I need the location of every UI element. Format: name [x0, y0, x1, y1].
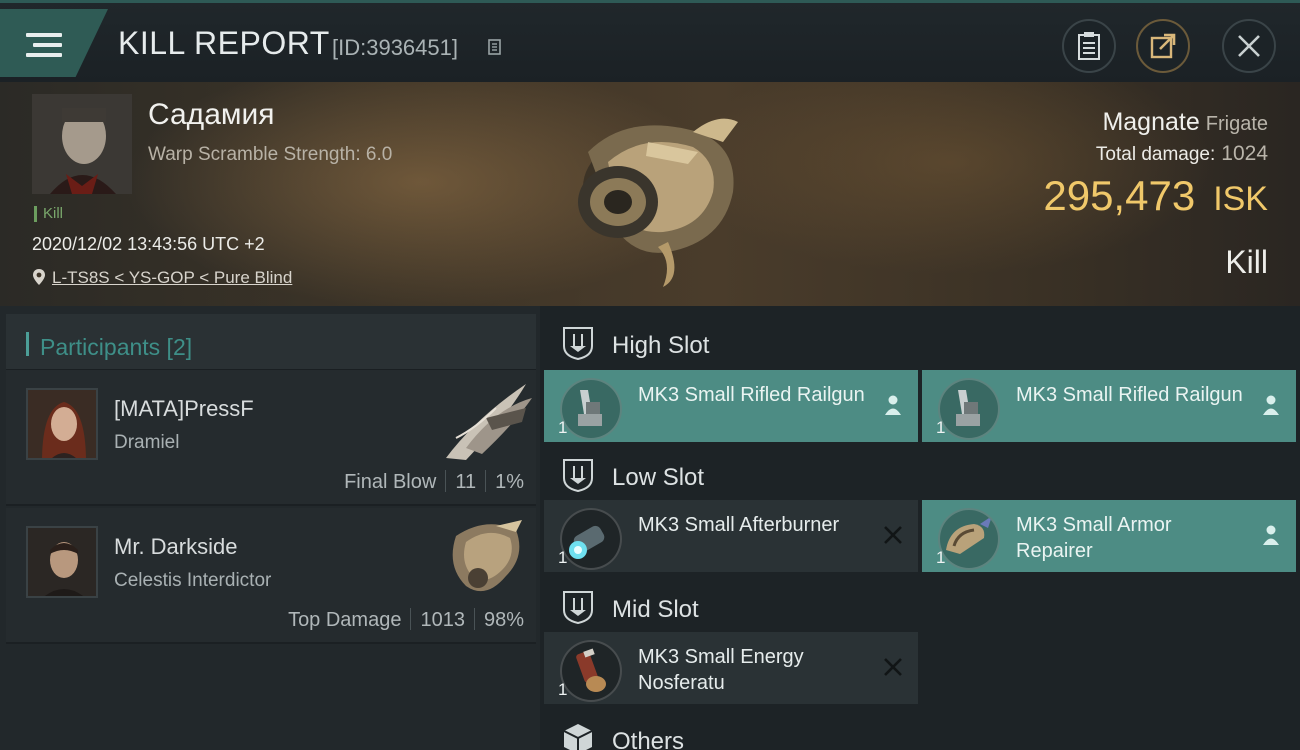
- participant-name: Mr. Darkside: [114, 534, 238, 559]
- destroyed-x-icon: [884, 658, 902, 676]
- page-title: KILL REPORT: [118, 25, 330, 61]
- clipboard-button[interactable]: [1062, 19, 1116, 73]
- clipboard-icon: [1078, 32, 1100, 60]
- kill-tag: Kill: [34, 206, 63, 222]
- kill-datetime: 2020/12/02 13:43:56 UTC +2: [32, 234, 265, 254]
- item-quantity: 1: [558, 418, 568, 437]
- participant-damage: 11: [455, 471, 477, 493]
- participant-damage: 1013: [420, 609, 465, 631]
- total-damage: Total damage: 1024: [1096, 142, 1268, 166]
- low-slot-icon: [563, 459, 593, 492]
- item-name: MK3 Small Rifled Railgun: [1016, 384, 1243, 406]
- victim-ship-image: [578, 118, 738, 287]
- close-button[interactable]: [1222, 19, 1276, 73]
- copy-icon[interactable]: [488, 39, 504, 57]
- participant-stats: Top Damage 1013 98%: [288, 608, 524, 632]
- mid-slot-icon: [563, 591, 593, 624]
- participants-label: Participants [2]: [40, 334, 193, 360]
- participant-ship-image: [446, 384, 532, 460]
- low-slot-item[interactable]: 1 MK3 Small Afterburner: [544, 500, 918, 572]
- nosferatu-icon: [560, 640, 622, 702]
- railgun-icon: [560, 378, 622, 440]
- hamburger-icon: [26, 33, 62, 61]
- victim-ship: Magnate Frigate: [1102, 108, 1268, 137]
- victim-banner: Садамия Warp Scramble Strength: 6.0 Kill…: [0, 82, 1300, 306]
- kill-report-header: KILL REPORT [ID:3936451]: [0, 0, 1300, 82]
- location-pin-icon: [33, 269, 45, 285]
- participants-header: Participants [2]: [6, 314, 536, 370]
- kill-location[interactable]: L-TS8S < YS-GOP < Pure Blind: [32, 268, 292, 288]
- fitted-person-icon: [1263, 525, 1279, 545]
- menu-button[interactable]: [0, 9, 108, 77]
- others-header: Others: [540, 708, 1300, 750]
- item-quantity: 1: [558, 548, 568, 567]
- high-slot-item[interactable]: 1 MK3 Small Rifled Railgun: [544, 370, 918, 442]
- fitted-person-icon: [1263, 395, 1279, 415]
- railgun-icon: [938, 378, 1000, 440]
- afterburner-icon: [560, 508, 622, 570]
- cube-icon: [563, 724, 593, 750]
- total-damage-label: Total damage:: [1095, 144, 1216, 165]
- participant-role: Final Blow: [344, 471, 437, 493]
- participant-name: [MATA]PressF: [114, 396, 254, 421]
- victim-name: Садамия: [148, 98, 275, 131]
- participant-ship-image: [452, 520, 522, 592]
- mid-slot-item[interactable]: 1 MK3 Small Energy Nosferatu: [544, 632, 918, 704]
- mid-slot-header: Mid Slot: [540, 576, 1300, 636]
- isk-unit: ISK: [1213, 180, 1268, 218]
- fitting-panel: High Slot 1 MK3 Small Rifled Railgun 1 M…: [540, 306, 1300, 750]
- high-slot-header: High Slot: [540, 312, 1300, 372]
- warp-scramble-strength: Warp Scramble Strength: 6.0: [148, 144, 393, 165]
- kill-result: Kill: [1225, 244, 1268, 280]
- low-slot-label: Low Slot: [612, 464, 705, 491]
- high-slot-item[interactable]: 1 MK3 Small Rifled Railgun: [922, 370, 1296, 442]
- participant-avatar: [26, 526, 98, 598]
- low-slot-header: Low Slot: [540, 444, 1300, 504]
- fitted-person-icon: [885, 395, 901, 415]
- close-icon: [1238, 35, 1260, 57]
- mid-slot-label: Mid Slot: [612, 596, 699, 623]
- isk-value: 295,473 ISK: [1043, 172, 1268, 220]
- participants-empty-space: [6, 646, 536, 750]
- item-quantity: 1: [558, 680, 568, 699]
- victim-avatar-image: [32, 94, 132, 194]
- high-slot-icon: [563, 327, 593, 360]
- participant-percent: 1%: [495, 471, 524, 493]
- item-quantity: 1: [936, 548, 946, 567]
- share-icon: [1150, 33, 1176, 59]
- item-name: MK3 Small Energy Nosferatu: [638, 646, 804, 694]
- others-label: Others: [612, 728, 685, 750]
- low-slot-item[interactable]: 1 MK3 Small Armor Repairer: [922, 500, 1296, 572]
- item-name: MK3 Small Armor Repairer: [1016, 514, 1172, 562]
- ship-class: Frigate: [1205, 113, 1268, 135]
- participant-row[interactable]: Mr. Darkside Celestis Interdictor Top Da…: [6, 508, 536, 644]
- participant-ship: Celestis Interdictor: [114, 570, 272, 591]
- participant-row[interactable]: [MATA]PressF Dramiel Final Blow 11 1%: [6, 370, 536, 506]
- destroyed-x-icon: [884, 526, 902, 544]
- high-slot-label: High Slot: [612, 332, 710, 359]
- item-name: MK3 Small Rifled Railgun: [638, 384, 865, 406]
- participant-stats: Final Blow 11 1%: [344, 470, 524, 494]
- participant-role: Top Damage: [288, 609, 402, 631]
- participant-percent: 98%: [483, 609, 524, 631]
- item-quantity: 1: [936, 418, 946, 437]
- location-link[interactable]: L-TS8S < YS-GOP < Pure Blind: [52, 268, 292, 287]
- isk-amount: 295,473: [1043, 172, 1196, 219]
- participants-panel: Participants [2] [MATA]PressF Dramiel Fi…: [0, 306, 540, 750]
- item-name: MK3 Small Afterburner: [638, 514, 840, 536]
- ship-name: Magnate: [1102, 108, 1200, 136]
- share-button[interactable]: [1136, 19, 1190, 73]
- armor-repairer-icon: [938, 508, 1000, 570]
- report-id: [ID:3936451]: [332, 35, 458, 60]
- victim-portrait[interactable]: [32, 94, 132, 194]
- participant-ship: Dramiel: [114, 432, 180, 453]
- participant-avatar: [26, 388, 98, 460]
- total-damage-value: 1024: [1221, 142, 1268, 165]
